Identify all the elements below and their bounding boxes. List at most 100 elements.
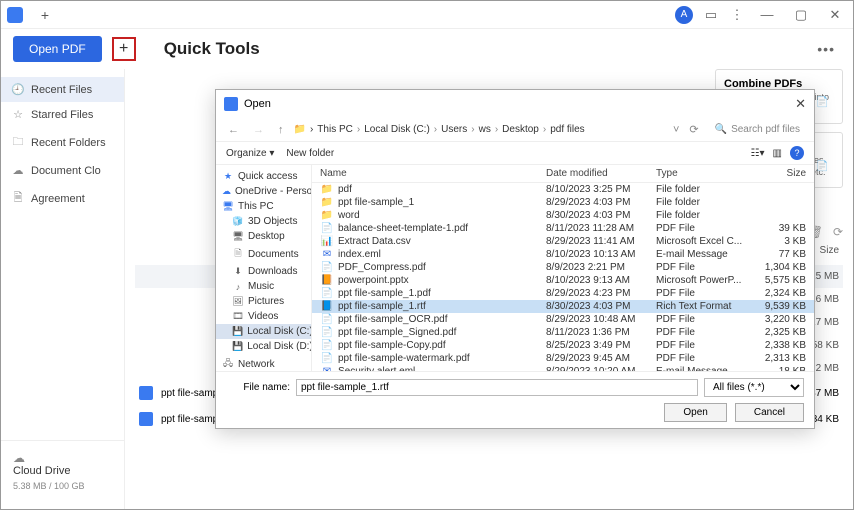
new-file-button[interactable]: + <box>112 37 136 61</box>
path-dropdown-icon[interactable]: ˅ <box>673 124 679 136</box>
file-type: File folder <box>656 184 756 195</box>
tree-item[interactable]: ⬇Downloads <box>216 264 311 279</box>
file-row[interactable]: 📄ppt file-sample_OCR.pdf8/29/2023 10:48 … <box>312 313 814 326</box>
file-type: File folder <box>656 210 756 221</box>
file-row[interactable]: 📁word8/30/2023 4:03 PMFile folder <box>312 209 814 222</box>
refresh-path-icon[interactable]: ⟳ <box>689 123 698 136</box>
avatar[interactable]: A <box>675 6 693 24</box>
open-pdf-button[interactable]: Open PDF <box>13 36 102 62</box>
file-row[interactable]: 📄ppt file-sample-watermark.pdf8/29/2023 … <box>312 352 814 365</box>
forward-button[interactable]: → <box>249 124 268 136</box>
file-row[interactable]: 📘ppt file-sample_1.rtf8/30/2023 4:03 PMR… <box>312 300 814 313</box>
file-list[interactable]: 📁pdf8/10/2023 3:25 PMFile folder📁ppt fil… <box>312 183 814 371</box>
file-row[interactable]: ✉Security alert.eml8/29/2023 10:20 AME-m… <box>312 365 814 371</box>
file-row[interactable]: 📊Extract Data.csv8/29/2023 11:41 AMMicro… <box>312 235 814 248</box>
tree-item[interactable]: ☁OneDrive - Person <box>216 184 311 199</box>
tree-item[interactable]: 💾Local Disk (C:) <box>216 324 311 339</box>
breadcrumb-segment[interactable]: This PC <box>317 124 353 135</box>
back-button[interactable]: ← <box>224 124 243 136</box>
header-size[interactable]: Size <box>756 168 806 179</box>
sidebar-item[interactable]: 🗀Recent Folders <box>1 127 124 158</box>
file-date: 8/29/2023 10:20 AM <box>546 366 656 371</box>
cancel-button[interactable]: Cancel <box>735 403 804 422</box>
file-filter-select[interactable]: All files (*.*) <box>704 378 804 397</box>
tree-item[interactable]: 🖥This PC <box>216 199 311 214</box>
breadcrumb-segment[interactable]: Local Disk (C:) <box>364 124 430 135</box>
open-button[interactable]: Open <box>664 403 726 422</box>
tree-item[interactable]: ★Quick access <box>216 169 311 184</box>
view-mode-button[interactable]: ☷▾ <box>751 148 765 159</box>
tab-app-icon[interactable] <box>7 7 23 23</box>
breadcrumb-segment[interactable]: ws <box>479 124 491 135</box>
file-row[interactable]: ✉index.eml8/10/2023 10:13 AME-mail Messa… <box>312 248 814 261</box>
search-icon: 🔍 <box>715 124 727 135</box>
header-name[interactable]: Name <box>320 168 546 179</box>
file-size: 2,338 KB <box>756 340 806 351</box>
tree-item[interactable]: 💾Local Disk (D:) <box>216 339 311 354</box>
file-type: E-mail Message <box>656 366 756 371</box>
header-type[interactable]: Type <box>656 168 756 179</box>
file-size: 2,325 KB <box>756 327 806 338</box>
kebab-icon[interactable]: ⋮ <box>729 7 745 23</box>
refresh-icon[interactable]: ⟳ <box>833 225 843 239</box>
file-name: ppt file-sample_OCR.pdf <box>338 314 546 325</box>
sidebar-item[interactable]: 🗎Agreement <box>1 183 124 214</box>
tree-item[interactable]: 🖼Pictures <box>216 294 311 309</box>
sidebar-item[interactable]: ☆Starred Files <box>1 102 124 127</box>
file-row[interactable]: 📄PDF_Compress.pdf8/9/2023 2:21 PMPDF Fil… <box>312 261 814 274</box>
new-folder-button[interactable]: New folder <box>286 148 334 159</box>
file-row[interactable]: 📁ppt file-sample_18/29/2023 4:03 PMFile … <box>312 196 814 209</box>
breadcrumb-segment[interactable]: pdf files <box>550 124 584 135</box>
tree-item[interactable]: ♪Music <box>216 279 311 294</box>
header-date[interactable]: Date modified <box>546 168 656 179</box>
tree-icon: ★ <box>222 171 234 182</box>
file-type-icon: 📄 <box>320 288 334 299</box>
file-row[interactable]: 📄balance-sheet-template-1.pdf8/11/2023 1… <box>312 222 814 235</box>
organize-menu[interactable]: Organize ▾ <box>226 148 274 159</box>
tree-icon: ☁ <box>222 186 231 197</box>
tree-item[interactable]: 🎞Videos <box>216 309 311 324</box>
sidebar-item[interactable]: ☁Document Clo <box>1 158 124 183</box>
file-row[interactable]: 📄ppt file-sample_1.pdf8/29/2023 4:23 PMP… <box>312 287 814 300</box>
tree-item[interactable]: 🖧Network <box>216 354 311 371</box>
file-type: PDF File <box>656 327 756 338</box>
maximize-button[interactable]: ▢ <box>789 7 813 23</box>
sidebar-label: Starred Files <box>31 109 93 121</box>
breadcrumb-segment[interactable]: Users <box>441 124 467 135</box>
sidebar-label: Recent Folders <box>31 137 106 149</box>
sidebar-item[interactable]: 🕘Recent Files <box>1 77 124 102</box>
file-type-icon: 📁 <box>320 184 334 195</box>
up-button[interactable]: ↑ <box>274 124 288 136</box>
file-row[interactable]: 📄ppt file-sample-Copy.pdf8/25/2023 3:49 … <box>312 339 814 352</box>
preview-pane-button[interactable]: ▥ <box>773 148 782 159</box>
filename-input[interactable] <box>296 379 698 396</box>
breadcrumb-path[interactable]: 📁 › This PC › Local Disk (C:) › Users › … <box>294 124 667 135</box>
tree-item[interactable]: 🖥Desktop <box>216 229 311 244</box>
file-row[interactable]: 📄ppt file-sample_Signed.pdf8/11/2023 1:3… <box>312 326 814 339</box>
tree-item[interactable]: 🧊3D Objects <box>216 214 311 229</box>
add-tab-button[interactable]: + <box>33 7 57 23</box>
file-size: 9,539 KB <box>756 301 806 312</box>
minimize-button[interactable]: — <box>755 7 779 22</box>
file-name: ppt file-sample_1 <box>338 197 546 208</box>
tree-item[interactable]: 🗎Documents <box>216 244 311 264</box>
more-options-button[interactable]: ••• <box>817 41 843 57</box>
pdf-icon <box>139 412 153 426</box>
notes-icon[interactable]: ▭ <box>703 7 719 23</box>
cloud-drive-label[interactable]: Cloud Drive <box>13 465 112 477</box>
folder-tree[interactable]: ★Quick access☁OneDrive - Person🖥This PC🧊… <box>216 165 312 371</box>
page-title: Quick Tools <box>164 39 260 59</box>
search-input[interactable]: 🔍 Search pdf files <box>709 122 806 137</box>
file-row[interactable]: 📁pdf8/10/2023 3:25 PMFile folder <box>312 183 814 196</box>
file-name: powerpoint.pptx <box>338 275 546 286</box>
column-size[interactable]: Size <box>820 245 839 256</box>
breadcrumb-segment[interactable]: Desktop <box>502 124 539 135</box>
file-date: 8/9/2023 2:21 PM <box>546 262 656 273</box>
file-row[interactable]: 📙powerpoint.pptx8/10/2023 9:13 AMMicroso… <box>312 274 814 287</box>
close-button[interactable]: ✕ <box>823 7 847 23</box>
tree-label: 3D Objects <box>248 216 297 227</box>
file-name: ppt file-sample_1.pdf <box>338 288 546 299</box>
file-name: balance-sheet-template-1.pdf <box>338 223 546 234</box>
help-icon[interactable]: ? <box>790 146 804 160</box>
dialog-close-button[interactable]: ✕ <box>795 96 806 112</box>
